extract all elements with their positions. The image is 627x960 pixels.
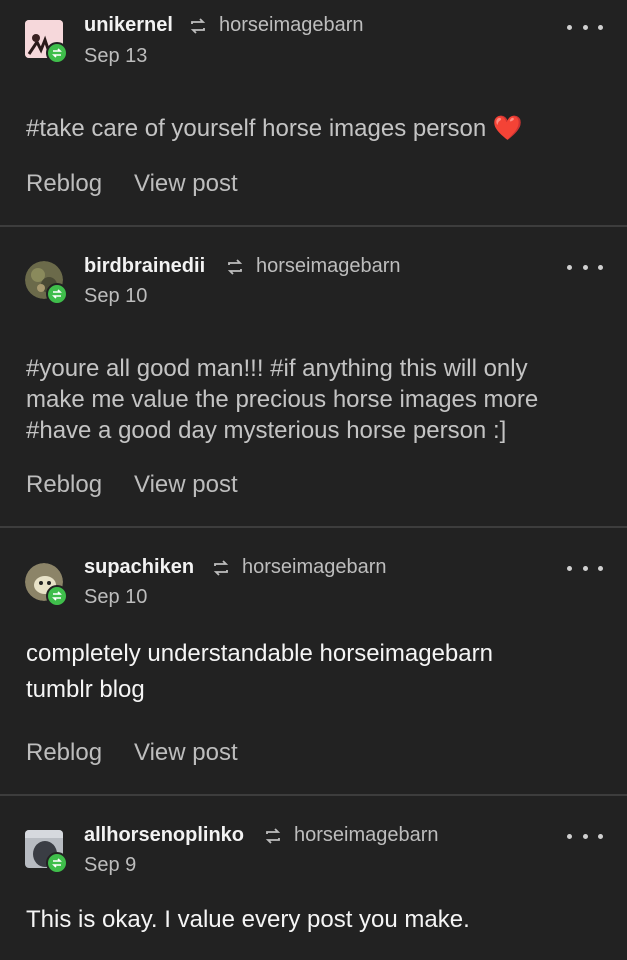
source-blog-link[interactable]: horseimagebarn xyxy=(294,824,439,847)
note-body: This is okay. I value every post you mak… xyxy=(26,902,606,938)
username[interactable]: unikernel xyxy=(84,14,173,37)
reblog-badge-icon xyxy=(46,852,68,874)
note-tags: #youre all good man!!! #if anything this… xyxy=(26,353,606,446)
body-line: This is okay. I value every post you mak… xyxy=(26,906,470,933)
note-item-unikernel: unikernel horseimagebarn Sep 13 #take ca… xyxy=(0,0,627,226)
reblog-badge-icon xyxy=(46,42,68,64)
source-blog-link[interactable]: horseimagebarn xyxy=(242,556,387,579)
note-tags: #take care of yourself horse images pers… xyxy=(26,113,606,144)
username[interactable]: birdbrainedii xyxy=(84,255,205,278)
source-blog-link[interactable]: horseimagebarn xyxy=(256,255,401,278)
more-options-button[interactable] xyxy=(567,563,603,573)
heart-emoji: ❤️ xyxy=(492,115,523,142)
body-line: completely understandable horseimagebarn xyxy=(26,640,493,667)
more-options-button[interactable] xyxy=(567,262,603,272)
note-body: completely understandable horseimagebarn… xyxy=(26,636,606,708)
note-date: Sep 13 xyxy=(84,45,148,67)
view-post-link[interactable]: View post xyxy=(134,739,238,767)
note-date: Sep 10 xyxy=(84,586,148,608)
notes-feed: unikernel horseimagebarn Sep 13 #take ca… xyxy=(0,0,627,960)
reblog-arrow-icon xyxy=(265,828,281,844)
view-post-link[interactable]: View post xyxy=(134,471,238,499)
more-options-button[interactable] xyxy=(567,22,603,32)
note-item-supachiken: supachiken horseimagebarn Sep 10 complet… xyxy=(0,528,627,795)
reblog-badge-icon xyxy=(46,585,68,607)
avatar-birdbrainedii[interactable] xyxy=(25,261,68,305)
view-post-link[interactable]: View post xyxy=(134,170,238,198)
username[interactable]: allhorsenoplinko xyxy=(84,824,244,847)
avatar-allhorsenoplinko[interactable] xyxy=(25,830,68,874)
note-date: Sep 9 xyxy=(84,854,137,876)
reblog-arrow-icon xyxy=(190,18,206,34)
more-options-button[interactable] xyxy=(567,831,603,841)
note-item-birdbrainedii: birdbrainedii horseimagebarn Sep 10 #you… xyxy=(0,227,627,527)
reblog-button[interactable]: Reblog xyxy=(26,471,102,499)
tags-line: #have a good day mysterious horse person… xyxy=(26,417,507,444)
avatar-unikernel[interactable] xyxy=(25,20,68,64)
reblog-button[interactable]: Reblog xyxy=(26,170,102,198)
username[interactable]: supachiken xyxy=(84,556,194,579)
reblog-badge-icon xyxy=(46,283,68,305)
source-blog-link[interactable]: horseimagebarn xyxy=(219,14,364,37)
reblog-arrow-icon xyxy=(227,259,243,275)
note-item-allhorsenoplinko: allhorsenoplinko horseimagebarn Sep 9 Th… xyxy=(0,796,627,960)
tags-line: make me value the precious horse images … xyxy=(26,386,539,413)
tags-line: #youre all good man!!! #if anything this… xyxy=(26,355,528,382)
avatar-supachiken[interactable] xyxy=(25,563,68,607)
reblog-button[interactable]: Reblog xyxy=(26,739,102,767)
body-line: tumblr blog xyxy=(26,676,145,703)
tags-text: #take care of yourself horse images pers… xyxy=(26,115,487,142)
note-date: Sep 10 xyxy=(84,285,148,307)
reblog-arrow-icon xyxy=(213,560,229,576)
